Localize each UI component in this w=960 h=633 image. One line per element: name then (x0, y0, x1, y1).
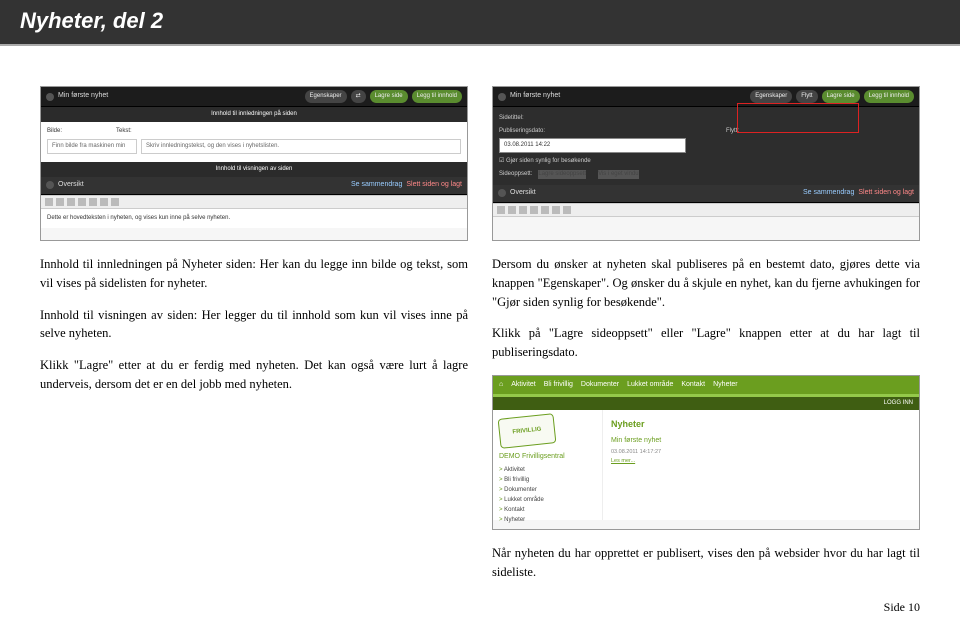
para-left-2: Innhold til visningen av siden: Her legg… (40, 306, 468, 344)
site-main: Nyheter Min første nyhet 03.08.2011 14:1… (603, 410, 919, 520)
block-label: Oversikt (58, 180, 84, 191)
label-tekst: Tekst: (116, 127, 132, 136)
rte-placeholder: Dette er hovedteksten i nyheten, og vise… (47, 215, 230, 221)
page-title: Nyheter, del 2 (20, 8, 940, 34)
para-right-1: Dersom du ønsker at nyheten skal publise… (492, 255, 920, 311)
save-page-button-r[interactable]: Lagre side (822, 90, 860, 103)
editor-body: Bilde: Tekst: Finn bilde fra maskinen mi… (41, 122, 467, 162)
site-body: FRIVILLIG DEMO Frivilligsentral Aktivite… (493, 410, 919, 520)
file-picker-button[interactable]: Finn bilde fra maskinen min (47, 139, 137, 154)
block-icon (46, 181, 54, 189)
rte-tool-icon[interactable] (552, 206, 560, 214)
properties-button[interactable]: Egenskaper (305, 90, 347, 103)
para-right-2: Klikk på "Lagre sideoppsett" eller "Lagr… (492, 324, 920, 362)
side-menu-item[interactable]: Nyheter (499, 516, 596, 525)
opt-delete-link-r[interactable]: Slett siden og lagt (858, 188, 914, 199)
frivillig-logo: FRIVILLIG (498, 413, 557, 449)
editor-screenshot-left: Min første nyhet Egenskaper ⇄ Lagre side… (40, 86, 468, 241)
page-number: Side 10 (884, 600, 920, 615)
editor-topbar: Min første nyhet Egenskaper ⇄ Lagre side… (41, 87, 467, 107)
rte-tool-icon[interactable] (508, 206, 516, 214)
pubdate-input[interactable]: 03.08.2011 14:22 (499, 138, 686, 153)
side-menu-item[interactable]: Lukket område (499, 496, 596, 505)
save-layout-button[interactable]: Lagre sideoppsett (538, 170, 586, 179)
label-bilde: Bilde: (47, 127, 62, 136)
site-login-bar[interactable]: LOGG INN (493, 397, 919, 410)
properties-button-r[interactable]: Egenskaper (750, 90, 792, 103)
rte-tool-icon[interactable] (111, 198, 119, 206)
nav-item[interactable]: Aktivitet (511, 380, 536, 391)
editor-title: Min første nyhet (58, 91, 108, 102)
website-preview-screenshot: ⌂ Aktivitet Bli frivillig Dokumenter Luk… (492, 375, 920, 530)
nav-item[interactable]: Kontakt (681, 380, 705, 391)
view-own-window-button[interactable]: Vis i eget vindu (598, 170, 639, 179)
read-more-link[interactable]: Les mer... (611, 457, 911, 465)
side-menu-item[interactable]: Aktivitet (499, 466, 596, 475)
intro-text-field[interactable]: Skriv innledningstekst, og den vises i n… (141, 139, 461, 154)
nav-item[interactable]: Lukket område (627, 380, 673, 391)
properties-panel: Sidetittel: Publiseringsdato: 03.08.2011… (493, 107, 919, 185)
side-menu-item[interactable]: Bli frivillig (499, 476, 596, 485)
para-left-3: Klikk "Lagre" etter at du er ferdig med … (40, 356, 468, 394)
opt-summary-link-r[interactable]: Se sammendrag (803, 188, 854, 199)
section-label-intro: Innhold til innledningen på siden (41, 107, 467, 122)
para-left-1: Innhold til innledningen på Nyheter side… (40, 255, 468, 293)
rte-tool-icon[interactable] (563, 206, 571, 214)
content-area: Min første nyhet Egenskaper ⇄ Lagre side… (0, 46, 960, 594)
content-block-bar-r: Oversikt Se sammendrag Slett siden og la… (493, 185, 919, 203)
opt-summary-link[interactable]: Se sammendrag (351, 180, 402, 191)
nav-item[interactable]: Nyheter (713, 380, 738, 391)
header-band: Nyheter, del 2 (0, 0, 960, 46)
opt-delete-link[interactable]: Slett siden og lagt (406, 180, 462, 191)
rte-tool-icon[interactable] (89, 198, 97, 206)
rte-tool-icon[interactable] (67, 198, 75, 206)
rte-toolbar (41, 195, 467, 209)
news-date: 03.08.2011 14:17:27 (611, 448, 911, 456)
org-name: DEMO Frivilligsentral (499, 452, 596, 463)
page-icon (498, 93, 506, 101)
rte-toolbar-r (493, 203, 919, 217)
rte-tool-icon[interactable] (45, 198, 53, 206)
rte-tool-icon[interactable] (530, 206, 538, 214)
layout-label: Sideoppsett: (499, 170, 532, 179)
rte-tool-icon[interactable] (519, 206, 527, 214)
section-label-view: Innhold til visningen av siden (41, 162, 467, 177)
flytt-icon[interactable]: ⇄ (351, 90, 366, 103)
block-label-r: Oversikt (510, 188, 536, 199)
side-menu-item[interactable]: Kontakt (499, 506, 596, 515)
rte-tool-icon[interactable] (497, 206, 505, 214)
block-icon (498, 189, 506, 197)
site-sidebar: FRIVILLIG DEMO Frivilligsentral Aktivite… (493, 410, 603, 520)
nav-item[interactable]: Dokumenter (581, 380, 619, 391)
add-content-button-r[interactable]: Legg til innhold (864, 90, 914, 103)
site-nav: ⌂ Aktivitet Bli frivillig Dokumenter Luk… (493, 376, 919, 398)
left-column: Min første nyhet Egenskaper ⇄ Lagre side… (40, 86, 468, 594)
rte-tool-icon[interactable] (541, 206, 549, 214)
page-icon (46, 93, 54, 101)
rte-tool-icon[interactable] (100, 198, 108, 206)
save-page-button[interactable]: Lagre side (370, 90, 408, 103)
visibility-checkbox[interactable]: ☑ Gjør siden synlig for besøkende (499, 157, 913, 166)
content-block-bar: Oversikt Se sammendrag Slett siden og la… (41, 177, 467, 195)
add-content-button[interactable]: Legg til innhold (412, 90, 462, 103)
rte-tool-icon[interactable] (78, 198, 86, 206)
editor-screenshot-right: Min første nyhet Egenskaper Flytt Lagre … (492, 86, 920, 241)
para-right-3: Når nyheten du har opprettet er publiser… (492, 544, 920, 582)
flytt-button[interactable]: Flytt (796, 90, 817, 103)
news-title[interactable]: Min første nyhet (611, 436, 911, 447)
right-column: Min første nyhet Egenskaper Flytt Lagre … (492, 86, 920, 594)
editor-topbar-r: Min første nyhet Egenskaper Flytt Lagre … (493, 87, 919, 107)
label-sidetittel: Sidetittel: (499, 114, 913, 123)
flytt-label: Flytt: (726, 127, 913, 136)
label-pubdate: Publiseringsdato: (499, 127, 686, 136)
rte-tool-icon[interactable] (56, 198, 64, 206)
rte-body[interactable]: Dette er hovedteksten i nyheten, og vise… (41, 209, 467, 228)
editor-title-r: Min første nyhet (510, 91, 560, 102)
main-heading: Nyheter (611, 418, 911, 432)
nav-item[interactable]: Bli frivillig (544, 380, 573, 391)
side-menu-item[interactable]: Dokumenter (499, 486, 596, 495)
